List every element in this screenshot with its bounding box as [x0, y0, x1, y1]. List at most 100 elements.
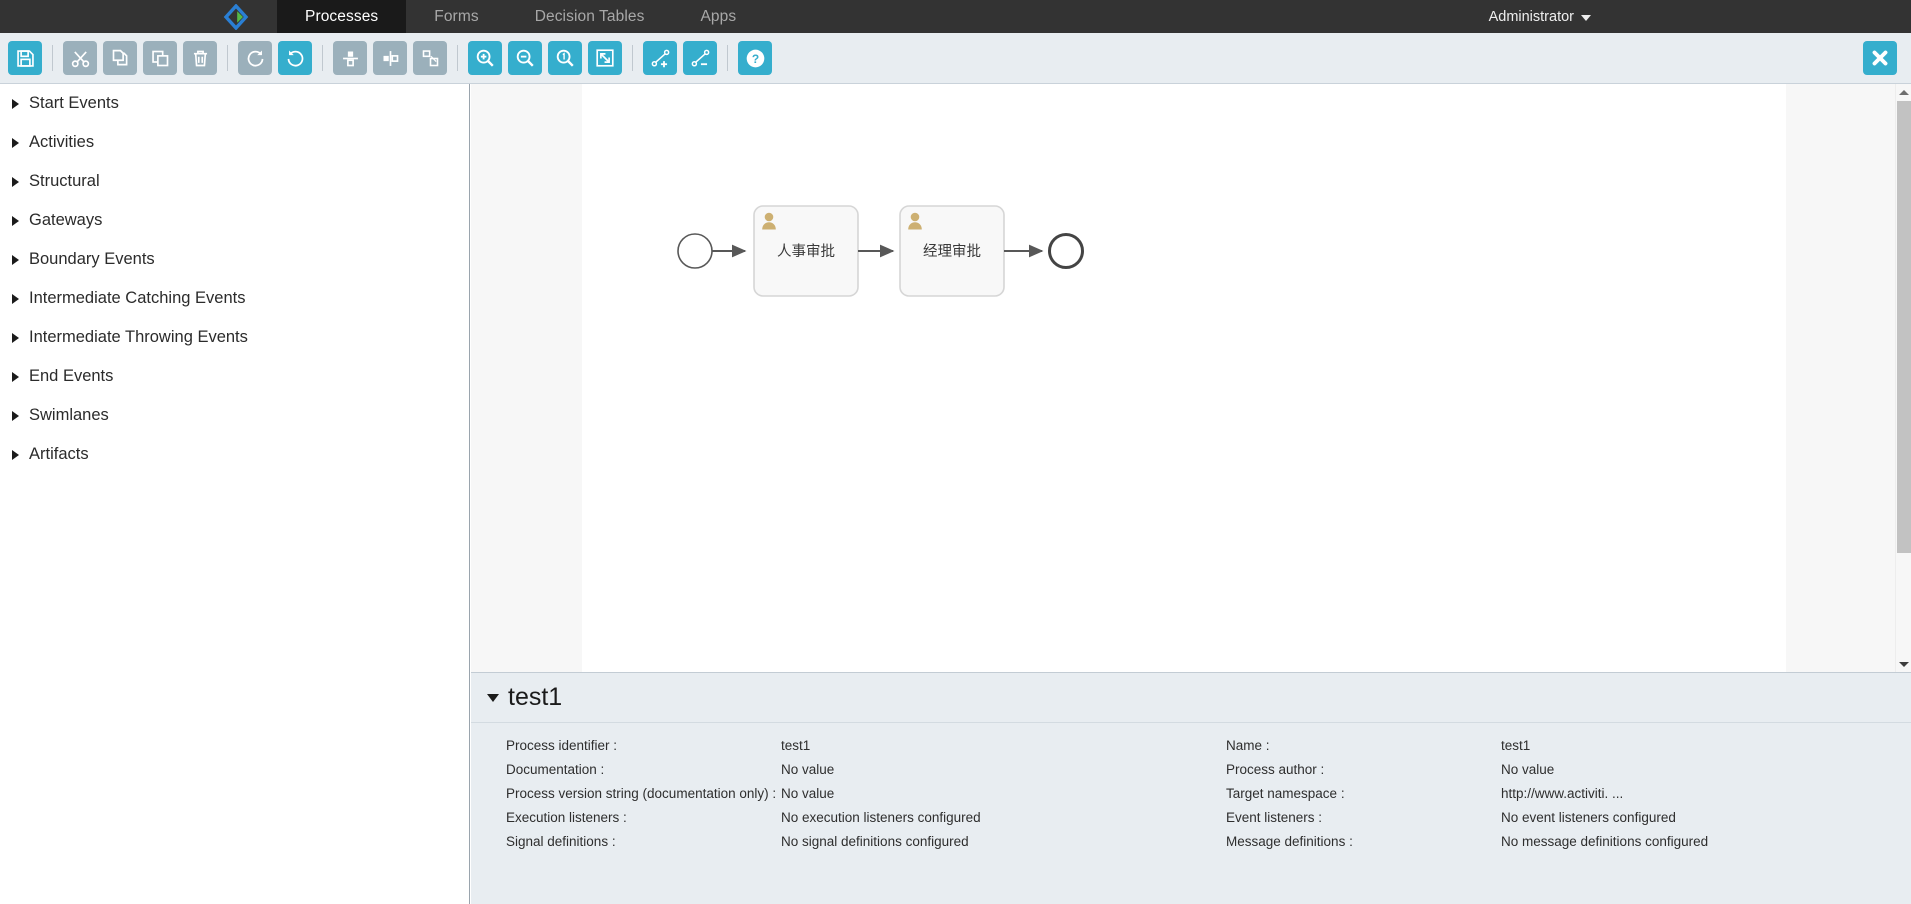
tab-apps-label: Apps: [700, 7, 737, 25]
property-value[interactable]: No value: [781, 786, 834, 801]
palette-group-label: Swimlanes: [29, 406, 109, 424]
align-vertical-button[interactable]: [333, 41, 367, 75]
save-button[interactable]: [8, 41, 42, 75]
undo-button[interactable]: [278, 41, 312, 75]
palette-group-end-events[interactable]: End Events: [0, 357, 469, 396]
close-editor-button[interactable]: [1863, 41, 1897, 75]
align-vertical-icon: [342, 51, 358, 66]
properties-panel-body: Process identifier : test1 Documentation…: [471, 723, 1911, 853]
property-value[interactable]: No signal definitions configured: [781, 834, 969, 849]
delete-button[interactable]: [183, 41, 217, 75]
zoom-fit-button[interactable]: [588, 41, 622, 75]
scrollbar-thumb[interactable]: [1897, 101, 1911, 553]
palette-group-intermediate-catching-events[interactable]: Intermediate Catching Events: [0, 279, 469, 318]
copy-button[interactable]: [103, 41, 137, 75]
canvas-vertical-scrollbar[interactable]: [1895, 84, 1911, 672]
magnifier-plus-icon: [476, 49, 494, 67]
property-row: Execution listeners : No execution liste…: [506, 805, 1191, 829]
tab-apps[interactable]: Apps: [672, 0, 764, 33]
chevron-right-icon: [12, 254, 19, 265]
palette-group-intermediate-throwing-events[interactable]: Intermediate Throwing Events: [0, 318, 469, 357]
properties-left-column: Process identifier : test1 Documentation…: [471, 733, 1191, 853]
diagram-sheet[interactable]: 人事审批 经理审批: [582, 84, 1786, 672]
property-value[interactable]: No value: [781, 762, 834, 777]
user-task-node-1[interactable]: 人事审批: [753, 205, 859, 297]
chevron-down-icon[interactable]: [487, 693, 499, 702]
palette-group-start-events[interactable]: Start Events: [0, 84, 469, 123]
palette-group-boundary-events[interactable]: Boundary Events: [0, 240, 469, 279]
scrollbar-down-button[interactable]: [1896, 656, 1911, 672]
palette-group-structural[interactable]: Structural: [0, 162, 469, 201]
property-label: Process identifier :: [506, 737, 618, 753]
palette-group-label: Structural: [29, 172, 100, 190]
palette-group-artifacts[interactable]: Artifacts: [0, 435, 469, 474]
toolbar-group-zoom: [465, 41, 625, 75]
same-size-button[interactable]: [413, 41, 447, 75]
end-event-node[interactable]: [1048, 233, 1084, 269]
user-menu[interactable]: Administrator: [1489, 9, 1591, 25]
property-row: Event listeners : No event listeners con…: [1226, 805, 1911, 829]
start-event-node[interactable]: [677, 233, 713, 269]
bendpoint-plus-icon: [651, 49, 669, 67]
palette-group-label: Artifacts: [29, 445, 89, 463]
toolbar-separator: [52, 45, 53, 71]
triangle-down-icon: [1899, 661, 1909, 667]
triangle-up-icon: [1899, 89, 1909, 95]
scrollbar-up-button[interactable]: [1896, 84, 1911, 100]
diagram-canvas-area[interactable]: 人事审批 经理审批: [471, 84, 1911, 672]
paste-button[interactable]: [143, 41, 177, 75]
chevron-right-icon: [12, 293, 19, 304]
tab-processes-label: Processes: [305, 7, 379, 25]
zoom-actual-button[interactable]: [548, 41, 582, 75]
property-value[interactable]: http://www.activiti. ...: [1501, 786, 1623, 801]
tab-processes[interactable]: Processes: [277, 0, 407, 41]
tab-forms[interactable]: Forms: [406, 0, 506, 33]
trash-icon: [193, 50, 207, 66]
zoom-in-button[interactable]: [468, 41, 502, 75]
chevron-down-icon: [1581, 14, 1591, 21]
copy-icon: [112, 49, 127, 65]
toolbar-separator: [632, 45, 633, 71]
property-value[interactable]: test1: [1501, 738, 1530, 753]
paste-icon: [151, 50, 168, 66]
chevron-right-icon: [12, 332, 19, 343]
properties-panel: test1 Process identifier : test1 Documen…: [471, 672, 1911, 904]
zoom-out-button[interactable]: [508, 41, 542, 75]
property-value[interactable]: No execution listeners configured: [781, 810, 981, 825]
user-task-label-2: 经理审批: [923, 243, 981, 260]
palette-group-gateways[interactable]: Gateways: [0, 201, 469, 240]
palette-group-swimlanes[interactable]: Swimlanes: [0, 396, 469, 435]
property-value[interactable]: test1: [781, 738, 810, 753]
palette-group-activities[interactable]: Activities: [0, 123, 469, 162]
close-x-icon: [1872, 50, 1888, 66]
property-value[interactable]: No value: [1501, 762, 1554, 777]
property-label: Target namespace :: [1226, 785, 1345, 801]
cut-button[interactable]: [63, 41, 97, 75]
chevron-right-icon: [12, 215, 19, 226]
bendpoint-minus-icon: [691, 49, 709, 67]
property-label: Documentation :: [506, 761, 605, 777]
remove-bendpoint-button[interactable]: [683, 41, 717, 75]
redo-button[interactable]: [238, 41, 272, 75]
tab-decision-tables[interactable]: Decision Tables: [507, 0, 673, 33]
activiti-diamond-logo: [223, 3, 249, 30]
undo-arrow-icon: [287, 49, 303, 67]
user-task-node-2[interactable]: 经理审批: [899, 205, 1005, 297]
same-size-icon: [422, 49, 438, 66]
help-button[interactable]: ?: [738, 41, 772, 75]
tab-forms-label: Forms: [434, 7, 479, 25]
property-value[interactable]: No event listeners configured: [1501, 810, 1676, 825]
property-label: Event listeners :: [1226, 809, 1323, 825]
property-label: Process version string (documentation on…: [506, 785, 777, 801]
properties-panel-header[interactable]: test1: [471, 673, 1911, 723]
svg-text:?: ?: [751, 51, 758, 65]
add-bendpoint-button[interactable]: [643, 41, 677, 75]
align-horizontal-button[interactable]: [373, 41, 407, 75]
editor-toolbar: ?: [0, 33, 1911, 84]
property-value[interactable]: No message definitions configured: [1501, 834, 1708, 849]
palette-group-label: Gateways: [29, 211, 103, 229]
user-menu-label: Administrator: [1488, 8, 1574, 25]
toolbar-group-align: [330, 41, 450, 75]
logo-container[interactable]: [0, 0, 277, 33]
bpmn-diagram[interactable]: 人事审批 经理审批: [582, 84, 1786, 672]
